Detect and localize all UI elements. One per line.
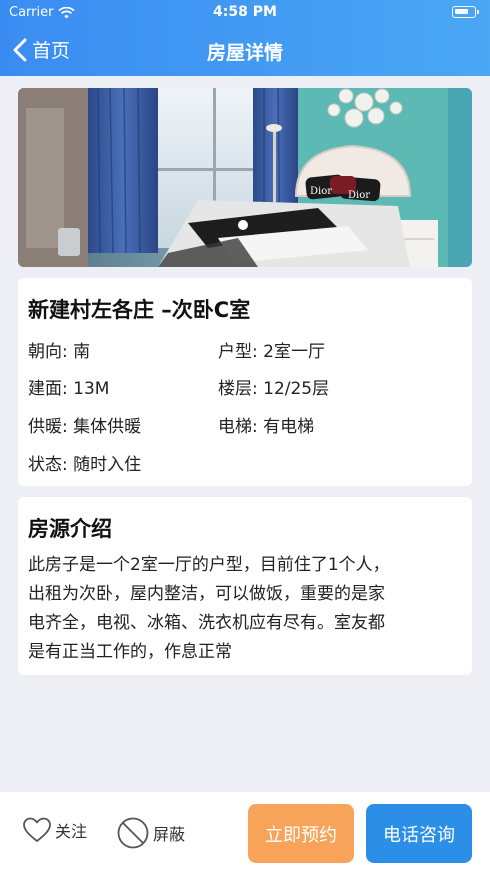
clock: 4:58 PM [213, 4, 277, 20]
intro-line: 电齐全，电视、冰箱、洗衣机应有尽有。室友都 [28, 613, 385, 633]
intro-line: 是有正当工作的，作息正常 [28, 642, 232, 662]
reserve-button[interactable]: 立即预约 [248, 804, 354, 863]
block-label: 屏蔽 [153, 825, 186, 844]
attr-heating: 供暖: 集体供暖 [28, 417, 142, 437]
attr-elevator: 电梯: 有电梯 [218, 417, 315, 437]
bottom-action-bar: 关注 屏蔽 立即预约 电话咨询 [0, 792, 490, 876]
block-button[interactable]: 屏蔽 [116, 816, 185, 850]
attr-floor: 楼层: 12/25层 [218, 379, 330, 399]
header: Carrier 4:58 PM 首页 房屋详情 [0, 0, 490, 76]
intro-description: 此房子是一个2室一厅的户型，目前住了1个人， 出租为次卧，屋内整洁，可以做饭，重… [28, 551, 464, 667]
call-button[interactable]: 电话咨询 [366, 804, 472, 863]
intro-line: 出租为次卧，屋内整洁，可以做饭，重要的是家 [28, 584, 385, 604]
headboard-text-right: Dior [348, 190, 370, 201]
listing-info-card: 新建村左各庄 –次卧C室 朝向: 南 户型: 2室一厅 建面: 13M 楼层: … [18, 278, 472, 486]
attr-layout: 户型: 2室一厅 [218, 342, 325, 362]
back-button[interactable]: 首页 [12, 36, 70, 63]
follow-button[interactable]: 关注 [22, 816, 87, 844]
headboard-text-left: Dior [310, 186, 332, 197]
listing-title: 新建村左各庄 –次卧C室 [28, 298, 251, 322]
navigation-bar: 首页 房屋详情 [0, 32, 490, 68]
attr-orientation: 朝向: 南 [28, 342, 91, 362]
block-icon [117, 817, 149, 849]
page-title: 房屋详情 [206, 42, 283, 64]
battery-icon [452, 6, 479, 18]
chevron-left-icon [13, 38, 27, 61]
attr-status: 状态: 随时入住 [28, 455, 142, 475]
bedroom-image: Dior Dior [18, 88, 472, 267]
back-label: 首页 [32, 40, 71, 62]
intro-title: 房源介绍 [28, 517, 112, 541]
status-bar: Carrier 4:58 PM [0, 0, 490, 24]
room-photo[interactable]: Dior Dior [18, 88, 472, 267]
attr-area: 建面: 13M [28, 379, 110, 399]
heart-icon [23, 817, 51, 842]
intro-card: 房源介绍 此房子是一个2室一厅的户型，目前住了1个人， 出租为次卧，屋内整洁，可… [18, 497, 472, 675]
intro-line: 此房子是一个2室一厅的户型，目前住了1个人， [28, 555, 390, 575]
follow-label: 关注 [55, 822, 88, 841]
